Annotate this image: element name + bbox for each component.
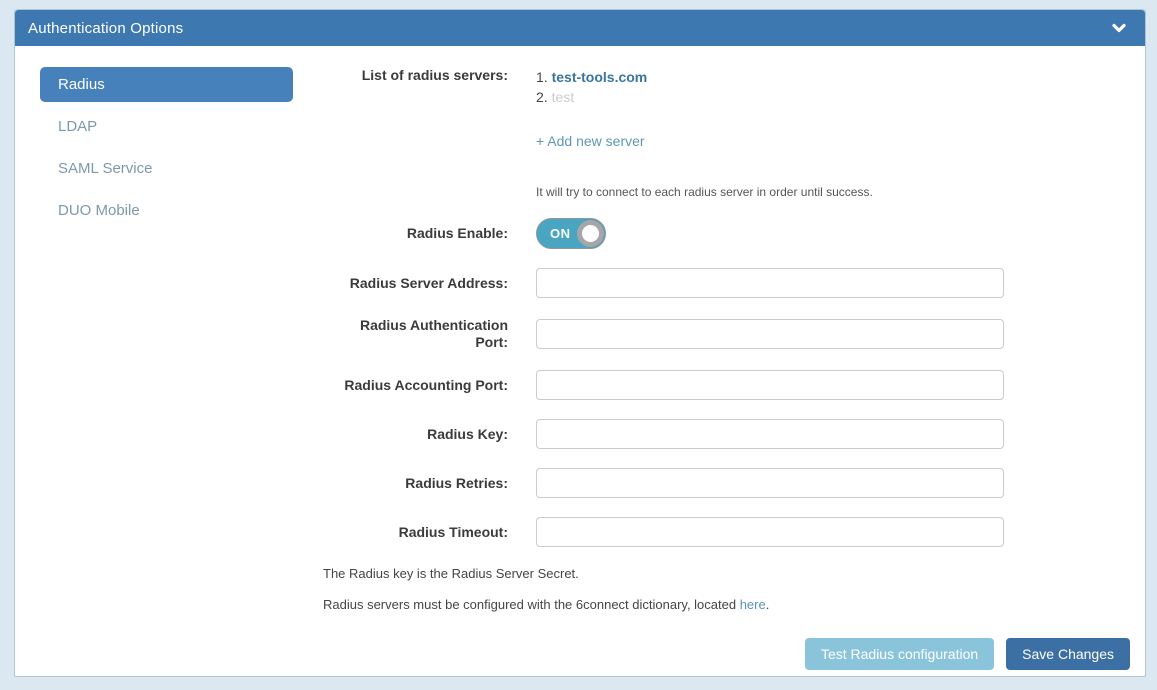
- radius-retries-input[interactable]: [536, 468, 1004, 498]
- radius-timeout-label: Radius Timeout:: [293, 524, 508, 541]
- server-link-test[interactable]: test: [552, 89, 575, 105]
- panel-body: Radius LDAP SAML Service DUO Mobile List…: [15, 46, 1145, 677]
- add-new-server-link[interactable]: + Add new server: [536, 133, 645, 149]
- sidebar-item-radius[interactable]: Radius: [40, 67, 293, 102]
- save-changes-button[interactable]: Save Changes: [1006, 638, 1130, 670]
- radius-timeout-row: Radius Timeout:: [293, 517, 1145, 547]
- panel-header: Authentication Options: [15, 10, 1145, 46]
- radius-server-address-input[interactable]: [536, 268, 1004, 298]
- panel-title: Authentication Options: [28, 20, 183, 37]
- radius-timeout-input[interactable]: [536, 517, 1004, 547]
- server-list-item: 1. test-tools.com: [536, 67, 1004, 87]
- radius-server-address-label: Radius Server Address:: [293, 275, 508, 292]
- radius-accounting-port-label: Radius Accounting Port:: [293, 377, 508, 394]
- dictionary-note: Radius servers must be configured with t…: [323, 597, 1145, 612]
- radius-authentication-port-row: Radius Authentication Port:: [293, 317, 1145, 351]
- radius-key-row: Radius Key:: [293, 419, 1145, 449]
- toggle-knob: [577, 220, 604, 247]
- server-order-hint: It will try to connect to each radius se…: [536, 185, 1004, 199]
- dictionary-note-suffix: .: [766, 597, 770, 612]
- radius-server-address-row: Radius Server Address:: [293, 268, 1145, 298]
- sidebar: Radius LDAP SAML Service DUO Mobile: [40, 67, 293, 677]
- dictionary-here-link[interactable]: here: [740, 597, 766, 612]
- radius-key-input[interactable]: [536, 419, 1004, 449]
- test-radius-configuration-button[interactable]: Test Radius configuration: [805, 638, 994, 670]
- radius-retries-label: Radius Retries:: [293, 475, 508, 492]
- server-list-item: 2. test: [536, 87, 1004, 107]
- server-list-label: List of radius servers:: [293, 67, 508, 84]
- server-index: 1.: [536, 69, 548, 85]
- sidebar-item-duo-mobile[interactable]: DUO Mobile: [40, 193, 293, 228]
- radius-enable-toggle[interactable]: ON: [536, 218, 606, 249]
- server-list-row: List of radius servers: 1. test-tools.co…: [293, 67, 1145, 199]
- radius-retries-row: Radius Retries:: [293, 468, 1145, 498]
- radius-authentication-port-label: Radius Authentication Port:: [293, 317, 508, 351]
- dictionary-note-text: Radius servers must be configured with t…: [323, 597, 740, 612]
- server-link-test-tools[interactable]: test-tools.com: [552, 69, 648, 85]
- radius-enable-label: Radius Enable:: [293, 225, 508, 242]
- radius-form: List of radius servers: 1. test-tools.co…: [293, 67, 1145, 677]
- server-index: 2.: [536, 89, 548, 105]
- chevron-down-icon[interactable]: [1111, 20, 1127, 36]
- radius-accounting-port-input[interactable]: [536, 370, 1004, 400]
- authentication-options-panel: Authentication Options Radius LDAP SAML …: [14, 9, 1146, 677]
- radius-enable-row: Radius Enable: ON: [293, 218, 1145, 249]
- server-list: 1. test-tools.com 2. test + Add new serv…: [536, 67, 1004, 199]
- radius-key-note: The Radius key is the Radius Server Secr…: [323, 566, 1145, 581]
- toggle-on-text: ON: [550, 226, 571, 241]
- radius-accounting-port-row: Radius Accounting Port:: [293, 370, 1145, 400]
- button-row: Test Radius configuration Save Changes: [293, 612, 1145, 677]
- sidebar-item-saml-service[interactable]: SAML Service: [40, 151, 293, 186]
- radius-authentication-port-input[interactable]: [536, 319, 1004, 349]
- sidebar-item-ldap[interactable]: LDAP: [40, 109, 293, 144]
- radius-key-label: Radius Key:: [293, 426, 508, 443]
